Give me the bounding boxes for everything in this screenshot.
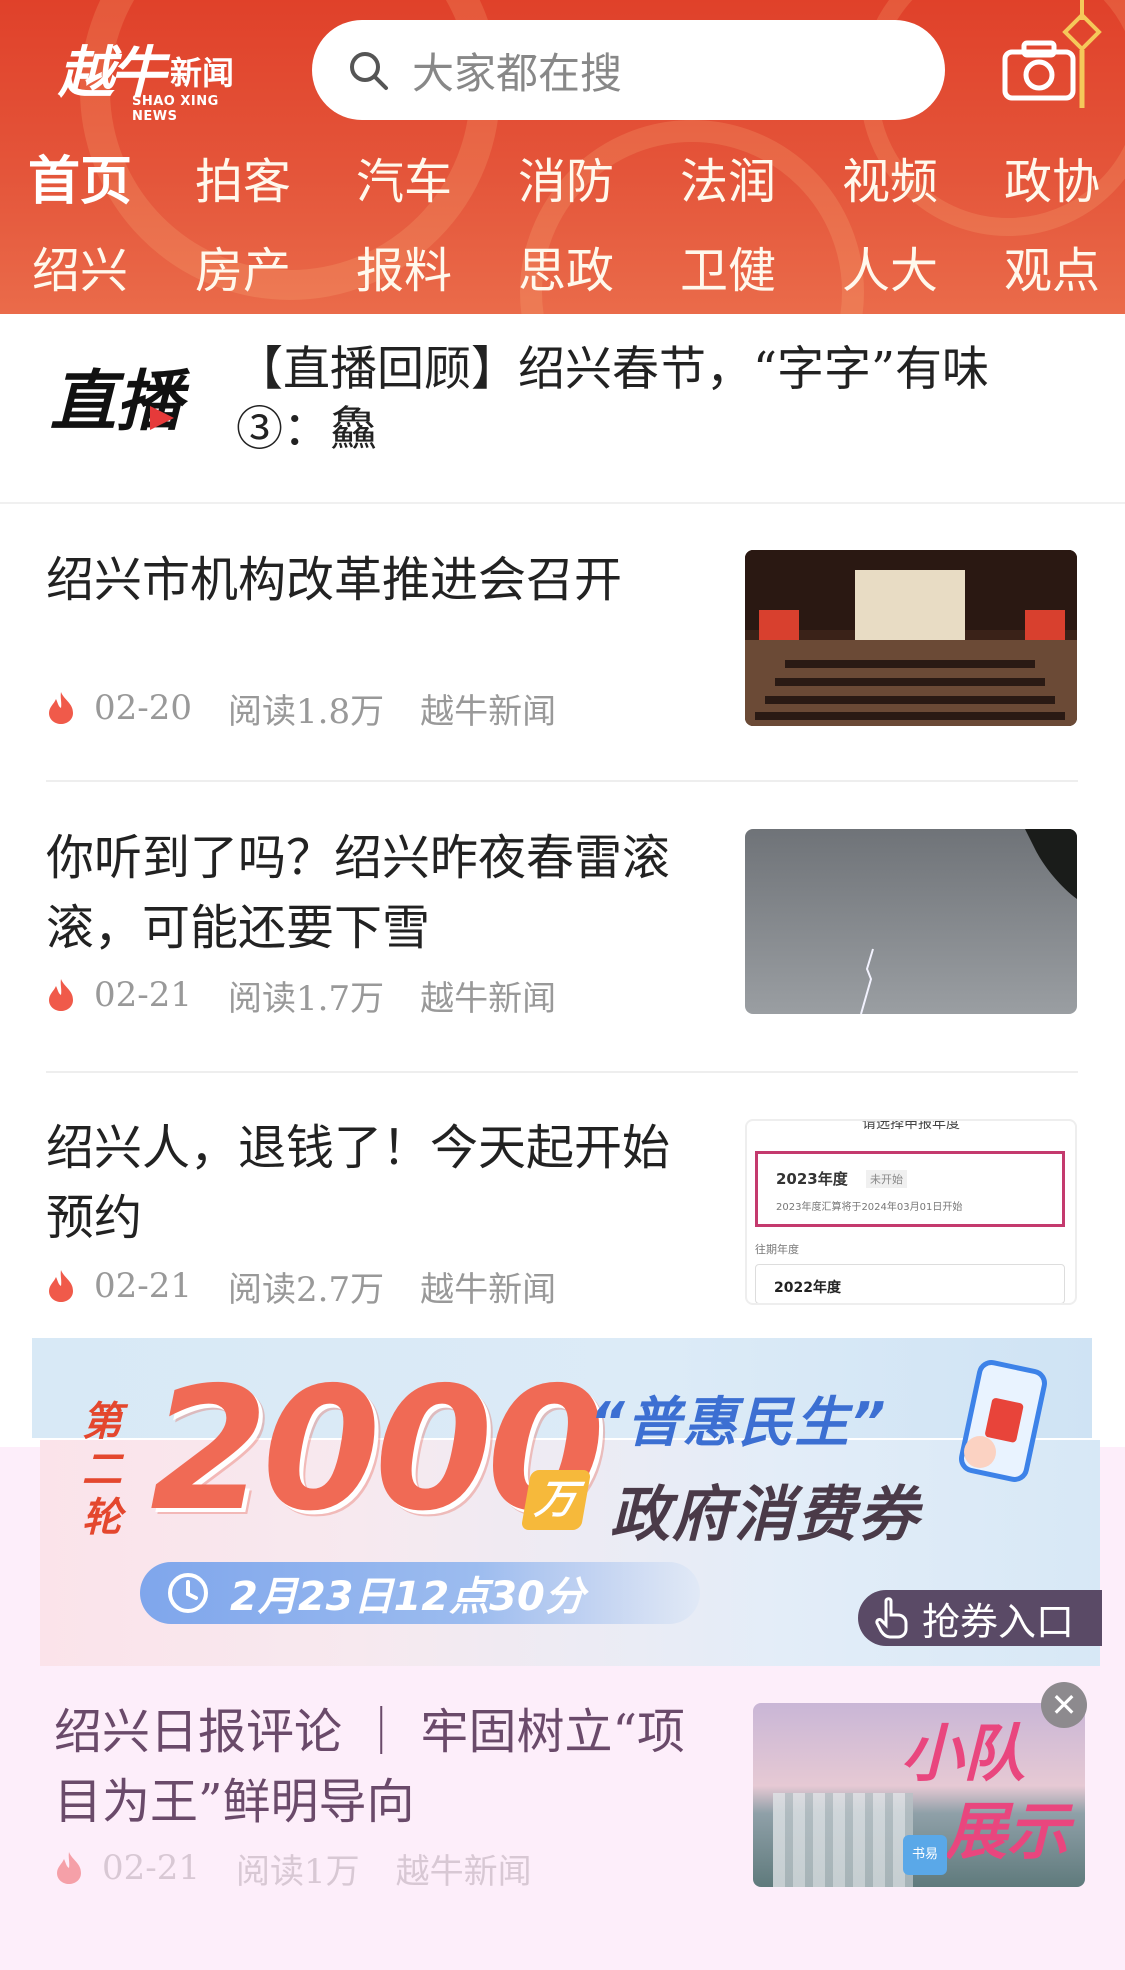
- banner-datetime-text: 2月23日12点30分: [230, 1574, 585, 1620]
- thumb-year-past: 2022年度: [774, 1280, 841, 1296]
- nav-item-auto[interactable]: 汽车: [329, 152, 479, 212]
- thumb-header-text: 请选择申报年度: [862, 1119, 960, 1132]
- news-meta: 02-21 阅读2.7万 越牛新闻: [46, 1264, 592, 1310]
- phone-hongbao-icon: [959, 1360, 1047, 1482]
- news-date: 02-21: [94, 1266, 193, 1306]
- live-logo-text: 直播: [50, 363, 190, 440]
- grab-voucher-label: 抢券入口: [922, 1599, 1075, 1644]
- thumb-past-label: 往期年度: [755, 1243, 799, 1256]
- banner-title: 政府消费券: [610, 1480, 920, 1550]
- nav-item-cppcc[interactable]: 政协: [977, 152, 1125, 212]
- banner-round-label: 第二轮: [82, 1399, 122, 1541]
- nav-item-report[interactable]: 报料: [329, 241, 479, 301]
- nav-item-paike[interactable]: 拍客: [168, 152, 318, 212]
- divider: [46, 780, 1078, 782]
- search-placeholder: 大家都在搜: [412, 48, 623, 98]
- news-source: 越牛新闻: [420, 978, 557, 1019]
- thumb-status: 未开始: [866, 1170, 907, 1188]
- nav-item-fire[interactable]: 消防: [491, 152, 641, 212]
- thumb-text-1: 小队: [901, 1717, 1026, 1790]
- nav-item-video[interactable]: 视频: [815, 152, 965, 212]
- chinese-knot-icon: [1062, 0, 1102, 108]
- news-reads: 阅读1.8万: [228, 691, 385, 732]
- thumb-past-card: 2022年度: [755, 1264, 1065, 1303]
- nav-item-law[interactable]: 法润: [653, 152, 803, 212]
- thumb-year-current: 2023年度: [776, 1170, 848, 1188]
- news-date: 02-20: [94, 688, 193, 728]
- news-source: 越牛新闻: [420, 1269, 557, 1310]
- banner-datetime: 2月23日12点30分: [140, 1562, 700, 1624]
- news-thumbnail[interactable]: 小队 展示 书易: [753, 1703, 1085, 1887]
- news-date: 02-21: [102, 1848, 201, 1888]
- live-headline[interactable]: 【直播回顾】绍兴春节，“字字”有味③：鱻: [236, 340, 1076, 460]
- news-meta: 02-20 阅读1.8万 越牛新闻: [46, 686, 592, 732]
- banner-slogan: “普惠民生”: [590, 1391, 888, 1454]
- nav-item-shaoxing[interactable]: 绍兴: [5, 241, 155, 301]
- search-icon: [350, 52, 388, 90]
- city-buildings: [773, 1793, 913, 1887]
- clock-icon: [168, 1573, 208, 1613]
- banner-unit: 万: [520, 1470, 592, 1530]
- search-bar[interactable]: 大家都在搜: [312, 20, 945, 120]
- thumb-badge: 书易: [903, 1835, 947, 1875]
- news-title[interactable]: 绍兴日报评论 ｜ 牢固树立“项目为王”鲜明导向: [54, 1697, 714, 1837]
- fire-icon: [49, 692, 73, 724]
- news-source: 越牛新闻: [420, 691, 557, 732]
- thumb-note: 2023年度汇算将于2024年03月01日开始: [776, 1202, 963, 1213]
- logo-sub: 新闻: [170, 54, 235, 92]
- logo-en: SHAO XING NEWS: [132, 94, 219, 124]
- fire-icon: [49, 979, 73, 1011]
- thumb-text-2: 展示: [945, 1795, 1070, 1868]
- divider: [46, 1071, 1078, 1073]
- news-title[interactable]: 绍兴市机构改革推进会召开: [46, 545, 696, 615]
- fire-icon: [49, 1270, 73, 1302]
- nav-item-npc[interactable]: 人大: [815, 241, 965, 301]
- news-reads: 阅读1万: [236, 1851, 360, 1892]
- fire-icon: [57, 1852, 81, 1884]
- nav-item-health[interactable]: 卫健: [653, 241, 803, 301]
- hand-pointer-icon: [875, 1597, 908, 1639]
- grab-voucher-button[interactable]: 抢券入口: [858, 1590, 1102, 1646]
- news-reads: 阅读1.7万: [228, 978, 385, 1019]
- live-logo: 直播: [50, 363, 190, 440]
- news-meta: 02-21 阅读1万 越牛新闻: [54, 1846, 568, 1892]
- nav-item-opinion[interactable]: 观点: [977, 241, 1125, 301]
- app-logo[interactable]: 越牛 新闻 SHAO XING NEWS: [58, 28, 258, 124]
- news-source: 越牛新闻: [395, 1851, 532, 1892]
- thumb-year-card: 2023年度 未开始 2023年度汇算将于2024年03月01日开始: [755, 1151, 1065, 1227]
- nav-item-ideology[interactable]: 思政: [491, 241, 641, 301]
- news-thumbnail[interactable]: [745, 550, 1077, 726]
- close-icon[interactable]: ✕: [1041, 1682, 1087, 1728]
- news-date: 02-21: [94, 975, 193, 1015]
- news-thumbnail[interactable]: 请选择申报年度 2023年度 未开始 2023年度汇算将于2024年03月01日…: [745, 1119, 1077, 1305]
- nav-item-home[interactable]: 首页: [5, 152, 155, 212]
- news-meta: 02-21 阅读1.7万 越牛新闻: [46, 973, 592, 1019]
- news-title[interactable]: 你听到了吗？绍兴昨夜春雷滚滚，可能还要下雪: [46, 823, 696, 963]
- news-reads: 阅读2.7万: [228, 1269, 385, 1310]
- divider: [0, 502, 1125, 504]
- news-title[interactable]: 绍兴人，退钱了！今天起开始预约: [46, 1113, 696, 1253]
- nav-item-property[interactable]: 房产: [168, 241, 318, 301]
- news-thumbnail[interactable]: [745, 829, 1077, 1014]
